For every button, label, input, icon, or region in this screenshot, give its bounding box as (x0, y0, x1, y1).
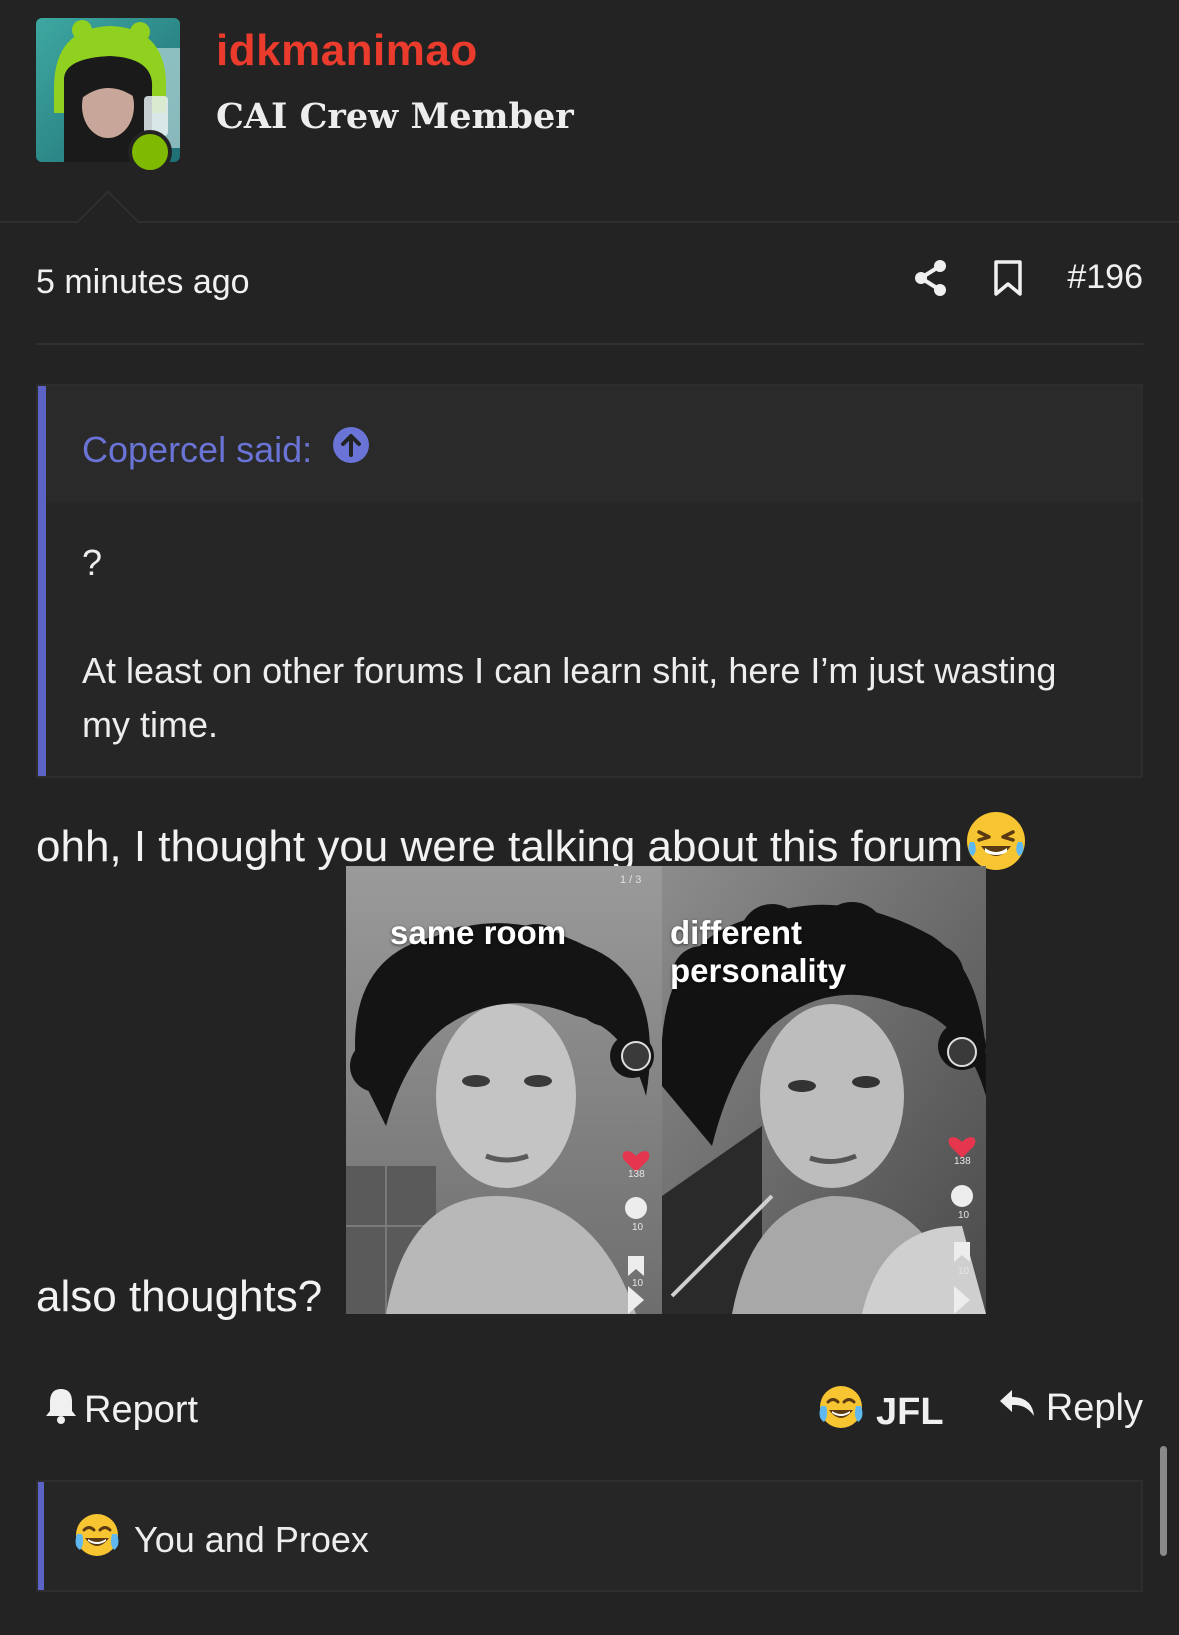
quote-text: ? (82, 542, 103, 583)
slide-counter: 1 / 3 (620, 874, 642, 886)
caret-pointer-inner (78, 193, 138, 223)
share-icon[interactable] (913, 259, 949, 297)
quote-author-label: Copercel said: (82, 428, 313, 470)
post-text: ohh, I thought you were talking about th… (36, 821, 964, 871)
photo-caption: different personality (670, 914, 847, 989)
likes-count: 138 (954, 1156, 971, 1167)
report-button[interactable]: Report (44, 1386, 198, 1434)
reactions-summary[interactable]: You and Proex (36, 1480, 1143, 1592)
photo-left: same room 138 10 10 1 / 3 (346, 866, 662, 1314)
comments-count: 10 (632, 1222, 644, 1233)
bookmark-icon[interactable] (993, 259, 1023, 297)
reply-label: Reply (1045, 1386, 1143, 1429)
post-timestamp[interactable]: 5 minutes ago (36, 263, 250, 302)
comments-count: 10 (958, 1210, 970, 1221)
reaction-label: JFL (876, 1390, 944, 1433)
divider (36, 343, 1143, 345)
user-title: CAI Crew Member (216, 96, 574, 137)
crying-laughing-emoji-icon (818, 1384, 864, 1440)
report-label: Report (84, 1388, 199, 1431)
reactions-summary-text: You and Proex (134, 1518, 369, 1560)
crying-laughing-emoji-icon (74, 1512, 120, 1567)
likes-count: 138 (628, 1169, 645, 1180)
reply-arrow-icon (998, 1386, 1036, 1430)
post-image-attachment[interactable]: same room 138 10 10 1 / 3 different pers… (346, 866, 986, 1314)
quote-author-link[interactable]: Copercel said: (82, 426, 370, 473)
divider (0, 221, 1179, 223)
bell-icon (44, 1386, 78, 1434)
online-status-indicator (128, 130, 172, 174)
quote-text: At least on other forums I can learn shi… (82, 650, 1057, 745)
scrollbar[interactable] (1160, 1446, 1167, 1556)
quote-body: ? At least on other forums I can learn s… (82, 536, 1061, 752)
post-number-link[interactable]: #196 (1067, 258, 1143, 297)
reaction-button[interactable]: JFL (818, 1384, 944, 1440)
photo-caption: same room (390, 914, 567, 951)
post-text: also thoughts? (36, 1272, 323, 1321)
reactions-content: You and Proex (74, 1512, 369, 1567)
photo-right: different personality 138 10 10 (662, 866, 986, 1314)
reactions-accent-bar (38, 1482, 44, 1590)
post-meta-actions: #196 (913, 258, 1143, 297)
username[interactable]: idkmanimao (216, 26, 478, 76)
saves-count: 10 (958, 1266, 970, 1277)
reply-button[interactable]: Reply (998, 1386, 1143, 1430)
quote-accent-bar (38, 386, 46, 776)
quote-block: Copercel said: ? At least on other forum… (36, 384, 1143, 778)
post-author-header: idkmanimao CAI Crew Member (0, 0, 1179, 223)
post-actions: Report JFL Reply (36, 1380, 1143, 1436)
arrow-up-circle-icon[interactable] (332, 426, 370, 473)
saves-count: 10 (632, 1278, 644, 1289)
